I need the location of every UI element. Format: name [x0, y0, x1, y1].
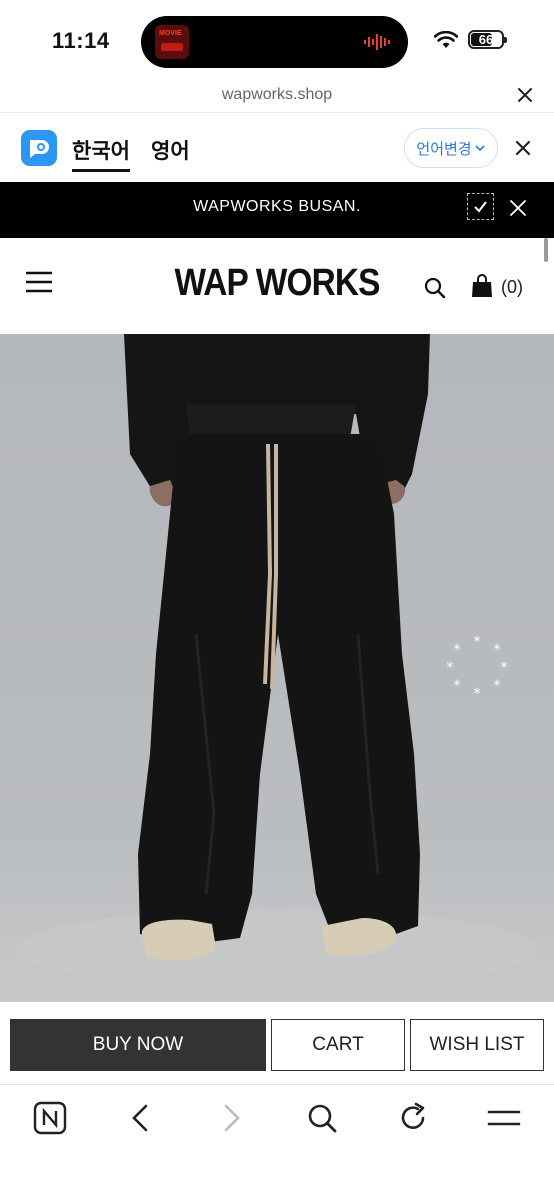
- change-language-label: 언어변경: [416, 140, 472, 158]
- wish-list-button[interactable]: WISH LIST: [410, 1019, 544, 1071]
- close-icon[interactable]: [516, 86, 534, 104]
- site-logo[interactable]: WAP WORKS: [33, 262, 521, 305]
- promo-banner: WAPWORKS BUSAN.: [0, 182, 554, 238]
- lang-tab-english[interactable]: 영어: [151, 135, 190, 165]
- svg-text:*: *: [454, 642, 461, 658]
- product-actions: BUY NOW CART WISH LIST: [0, 1002, 554, 1084]
- browser-toolbar: [0, 1084, 554, 1200]
- translate-bar: 한국어 영어 언어변경: [0, 112, 554, 182]
- svg-text:*: *: [474, 686, 481, 698]
- shopping-bag-icon[interactable]: [471, 274, 493, 298]
- back-icon[interactable]: [124, 1101, 158, 1135]
- audio-waveform-icon: [364, 34, 390, 50]
- now-playing-thumbnail: MOVIE: [155, 25, 189, 59]
- dismiss-today-checkbox[interactable]: [467, 193, 494, 220]
- svg-text:*: *: [474, 634, 481, 650]
- check-icon: [474, 201, 487, 213]
- svg-text:*: *: [494, 678, 501, 694]
- address-bar[interactable]: wapworks.shop: [0, 80, 554, 112]
- search-icon[interactable]: [305, 1101, 339, 1135]
- chevron-down-icon: [475, 145, 485, 152]
- refresh-icon[interactable]: [396, 1101, 430, 1135]
- now-playing-thumbnail-label: MOVIE: [159, 30, 182, 37]
- forward-icon: [224, 1104, 240, 1132]
- lang-tab-korean[interactable]: 한국어: [72, 135, 130, 165]
- wifi-icon: [434, 30, 458, 48]
- status-time: 11:14: [52, 28, 110, 53]
- svg-text:*: *: [501, 660, 508, 676]
- add-to-cart-button[interactable]: CART: [271, 1019, 405, 1071]
- loading-spinner-icon: * * * * * * * *: [447, 634, 508, 698]
- svg-text:*: *: [494, 642, 501, 658]
- status-bar: 11:14 MOVIE 66: [0, 0, 554, 80]
- hamburger-icon[interactable]: [487, 1101, 521, 1135]
- papago-icon[interactable]: [21, 130, 57, 166]
- change-language-button[interactable]: 언어변경: [404, 128, 498, 168]
- url-text[interactable]: wapworks.shop: [0, 86, 554, 104]
- battery-icon: 66: [468, 30, 507, 49]
- search-icon[interactable]: [424, 277, 446, 299]
- svg-text:*: *: [447, 660, 454, 676]
- status-icons: 66: [434, 30, 507, 49]
- buy-now-button[interactable]: BUY NOW: [10, 1019, 266, 1071]
- site-header: WAP WORKS (0): [0, 238, 554, 334]
- close-icon[interactable]: [514, 139, 532, 157]
- svg-text:*: *: [454, 678, 461, 694]
- dynamic-island[interactable]: MOVIE: [141, 16, 408, 68]
- close-icon[interactable]: [509, 199, 527, 217]
- cart-count[interactable]: (0): [501, 277, 523, 298]
- battery-level: 66: [478, 32, 494, 47]
- scrollbar[interactable]: [544, 238, 548, 262]
- active-tab-underline: [72, 169, 130, 172]
- naver-home-icon[interactable]: [33, 1101, 67, 1135]
